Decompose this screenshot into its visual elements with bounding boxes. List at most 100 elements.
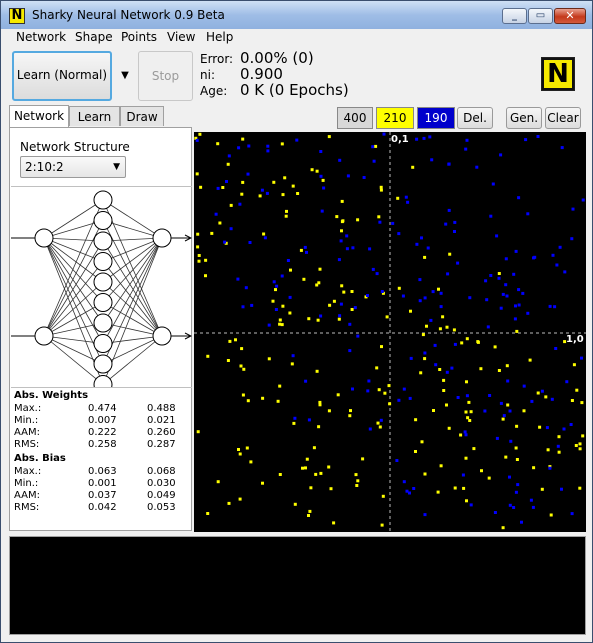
yellow-point (437, 287, 440, 291)
menu-help[interactable]: Help (206, 30, 233, 44)
maximize-button[interactable]: ▭ (528, 8, 553, 24)
yellow-point (423, 357, 427, 361)
yellow-point (245, 446, 249, 450)
blue-point (401, 294, 405, 298)
blue-point (461, 473, 465, 477)
yellow-point (578, 442, 582, 446)
yellow-point (327, 135, 331, 139)
yellow-point (278, 473, 282, 476)
app-logo-icon: N (9, 8, 25, 24)
yellow-point (472, 447, 476, 451)
blue-point (367, 379, 371, 383)
blue-point (216, 186, 220, 190)
close-button[interactable]: ✕ (554, 8, 586, 24)
blue-point (409, 356, 413, 360)
yellow-point (356, 218, 360, 222)
delete-button[interactable]: Del. (457, 107, 493, 129)
tab-network[interactable]: Network (9, 105, 69, 127)
yellow-point (469, 410, 473, 414)
blue-point (375, 272, 379, 276)
yellow-point (195, 172, 199, 176)
blue-point (339, 302, 343, 306)
blue-point (450, 366, 454, 370)
yellow-point (196, 232, 200, 236)
yellow-point (421, 333, 425, 337)
blue-point (337, 258, 341, 262)
generate-button[interactable]: Gen. (506, 107, 542, 129)
blue-point (530, 399, 534, 403)
yellow-point (349, 409, 352, 413)
stop-button[interactable]: Stop (138, 51, 193, 101)
yellow-point (350, 308, 354, 311)
blue-point (433, 343, 437, 347)
yellow-point (476, 340, 480, 344)
blue-point (489, 274, 493, 277)
tab-learn[interactable]: Learn (69, 106, 120, 126)
blue-point (536, 135, 540, 138)
learn-mode-dropdown-icon[interactable]: ▼ (115, 51, 135, 101)
yellow-point (464, 456, 468, 460)
menu-shape[interactable]: Shape (75, 30, 113, 44)
yellow-point (289, 268, 292, 272)
yellow-point (327, 409, 331, 413)
blue-point (555, 263, 559, 267)
blue-point (266, 149, 270, 153)
menu-points[interactable]: Points (121, 30, 157, 44)
yellow-point (466, 416, 470, 420)
error-label: Error: (200, 52, 234, 66)
network-structure-value: 2:10:2 (25, 160, 64, 174)
blue-point (512, 506, 516, 509)
tab-draw[interactable]: Draw (120, 106, 164, 126)
yellow-point (249, 460, 253, 464)
plot-canvas[interactable] (194, 132, 586, 532)
yellow-point (229, 203, 233, 207)
yellow-point (376, 421, 380, 425)
blue-point (353, 306, 357, 310)
minimize-button[interactable]: _ (502, 8, 527, 24)
points-plot[interactable]: 0,1 1,0 (194, 132, 586, 532)
blue-point (420, 236, 423, 240)
yellow-points-button[interactable]: 210 (376, 107, 414, 129)
blue-point (447, 162, 451, 166)
output-console[interactable] (9, 536, 586, 635)
yellow-point (197, 259, 201, 263)
blue-point (238, 202, 242, 206)
yellow-point (199, 185, 203, 189)
blue-point (514, 304, 517, 308)
yellow-point (557, 435, 561, 439)
yellow-point (348, 414, 352, 418)
network-link (102, 237, 163, 303)
blue-point (247, 144, 251, 148)
title-bar[interactable]: N Sharky Neural Network 0.9 Beta _ ▭ ✕ (1, 1, 592, 30)
blue-point (560, 146, 564, 150)
blue-point (338, 314, 342, 318)
clear-button[interactable]: Clear (545, 107, 581, 129)
blue-point (319, 150, 323, 153)
neuron-node (93, 190, 113, 210)
yellow-point (206, 512, 210, 515)
yellow-point (501, 526, 505, 530)
blue-point (499, 401, 503, 405)
blue-points-button[interactable]: 190 (417, 107, 455, 129)
yellow-point (546, 448, 550, 452)
blue-point (406, 200, 410, 204)
yellow-point (309, 486, 313, 490)
menu-view[interactable]: View (167, 30, 195, 44)
blue-point (540, 389, 544, 393)
yellow-point (528, 358, 532, 362)
blue-point (504, 283, 508, 287)
yellow-point (291, 184, 295, 188)
blue-point (307, 418, 311, 422)
yellow-point (302, 277, 306, 281)
blue-point (465, 138, 469, 142)
yellow-point (206, 354, 210, 358)
blue-point (431, 290, 435, 294)
blue-point (250, 303, 254, 307)
yellow-point (280, 323, 284, 327)
yellow-point (299, 248, 303, 252)
neuron-node (34, 326, 54, 346)
network-structure-select[interactable]: 2:10:2 ▼ (20, 156, 126, 178)
blue-point (366, 389, 370, 393)
menu-network[interactable]: Network (16, 30, 66, 44)
learn-button[interactable]: Learn (Normal) (12, 51, 112, 101)
